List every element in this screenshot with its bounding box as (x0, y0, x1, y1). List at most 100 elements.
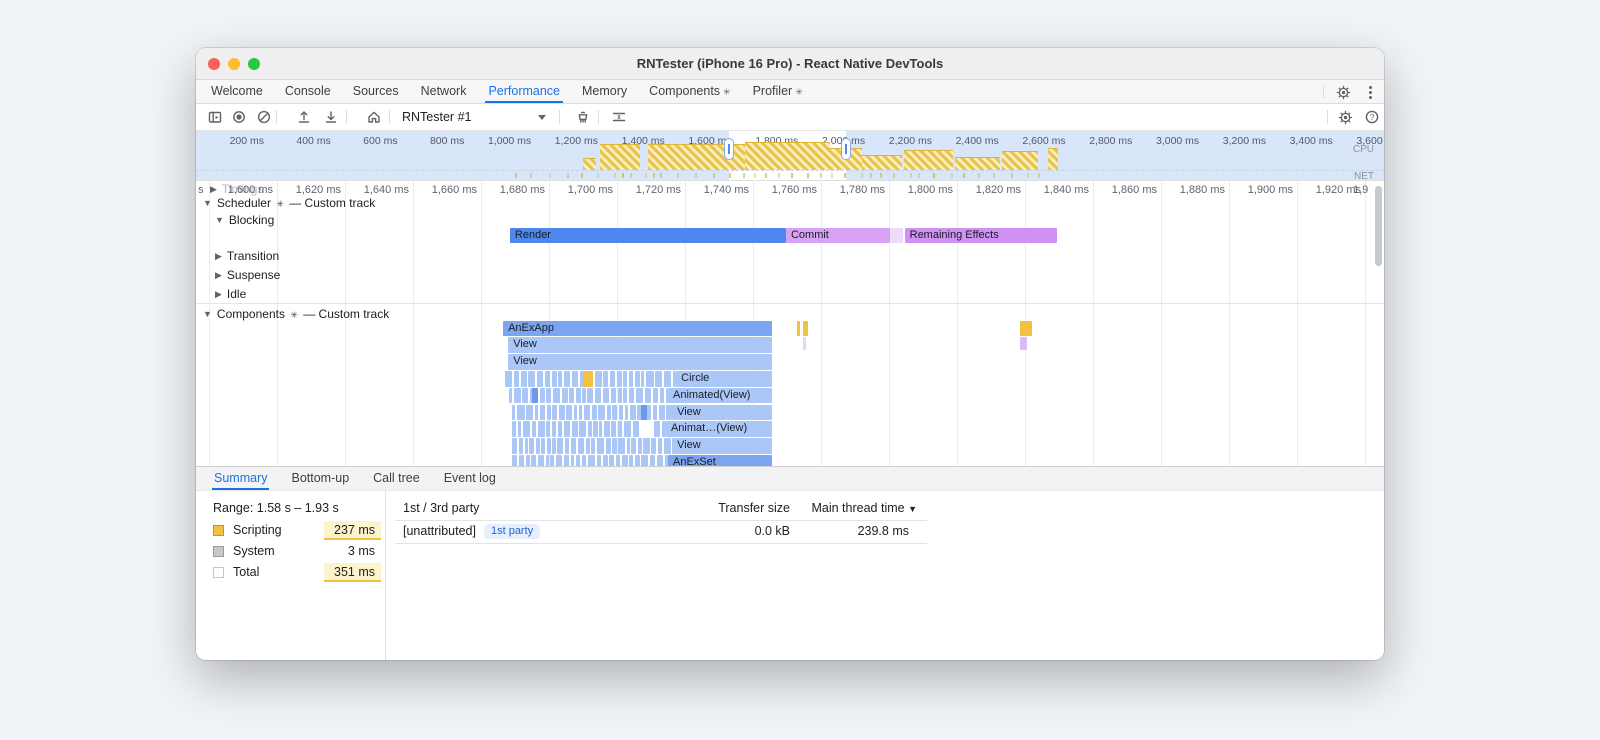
flame-sliver[interactable] (539, 404, 545, 421)
flame-event-view[interactable]: View (672, 438, 773, 454)
flame-sliver[interactable] (545, 370, 550, 387)
flame-sliver[interactable] (557, 421, 563, 438)
flame-sliver[interactable] (513, 370, 520, 387)
flame-sliver[interactable] (521, 370, 527, 387)
flame-sliver[interactable] (529, 438, 534, 454)
flame-sliver[interactable] (612, 438, 617, 454)
flame-sliver[interactable] (652, 387, 659, 404)
flame-sliver[interactable] (596, 438, 605, 454)
flame-event-circle[interactable]: Circle (676, 370, 773, 387)
capture-settings-icon[interactable] (608, 107, 630, 127)
flame-sliver[interactable] (557, 438, 563, 454)
flame-sliver[interactable] (531, 421, 536, 438)
flame-event-view[interactable]: View (508, 354, 773, 370)
flame-sliver[interactable] (609, 454, 615, 466)
flame-sliver[interactable] (582, 387, 586, 404)
flame-sliver[interactable] (654, 421, 661, 438)
flame-sliver[interactable] (558, 404, 565, 421)
flame-event-animat-view-[interactable]: Animat…(View) (665, 421, 773, 438)
flame-sliver[interactable] (556, 454, 563, 466)
flame-sliver[interactable] (621, 454, 628, 466)
expand-arrow-icon[interactable]: ▼ (215, 215, 224, 225)
flame-sliver[interactable] (650, 454, 655, 466)
flame-sliver[interactable] (655, 370, 662, 387)
flame-event-small[interactable] (802, 337, 807, 351)
flame-sliver[interactable] (599, 421, 603, 438)
track-scheduler-transition[interactable]: ▶ Transition (215, 249, 279, 263)
collapsed-arrow-icon[interactable]: ▶ (215, 270, 222, 280)
flame-sliver[interactable] (651, 438, 656, 454)
flame-sliver[interactable] (564, 421, 570, 438)
flame-sliver[interactable] (584, 404, 590, 421)
flame-sliver[interactable] (571, 421, 578, 438)
flame-sliver[interactable] (656, 454, 663, 466)
flame-chart[interactable]: ▶ Timings s 1,600 ms 1,620 ms 1,640 ms 1,660 … (196, 181, 1384, 466)
flame-sliver[interactable] (587, 454, 595, 466)
flame-sliver[interactable] (514, 387, 521, 404)
col-header-transfer-size[interactable]: Transfer size (690, 501, 790, 515)
flame-sliver[interactable] (605, 438, 611, 454)
flame-sliver[interactable] (629, 404, 636, 421)
flame-sliver[interactable] (586, 438, 590, 454)
collect-garbage-icon[interactable] (572, 107, 594, 127)
flame-event-animated-view-[interactable]: Animated(View) (668, 387, 773, 404)
table-row[interactable]: [unattributed] 1st party (403, 524, 541, 540)
flame-sliver[interactable] (618, 438, 625, 454)
flame-sliver-highlight[interactable] (640, 404, 647, 421)
flame-sliver[interactable] (623, 370, 628, 387)
settings-gear-icon[interactable] (1332, 82, 1354, 102)
flame-sliver[interactable] (629, 454, 634, 466)
flame-sliver[interactable] (618, 404, 624, 421)
flame-sliver[interactable] (535, 438, 540, 454)
flame-sliver[interactable] (551, 421, 557, 438)
flame-sliver[interactable] (569, 387, 575, 404)
flame-sliver[interactable] (523, 421, 531, 438)
flame-sliver[interactable] (531, 454, 537, 466)
flame-sliver[interactable] (511, 404, 516, 421)
drawer-tab-summary[interactable]: Summary (202, 467, 279, 490)
vertical-scrollbar[interactable] (1375, 186, 1382, 266)
flame-event-anexapp[interactable]: AnExApp (503, 320, 773, 337)
flame-event-anexset[interactable]: AnExSet (668, 454, 773, 466)
zoom-window-button[interactable] (248, 58, 260, 70)
record-icon[interactable] (228, 107, 250, 127)
tab-performance[interactable]: Performance (477, 80, 571, 103)
drawer-tab-call-tree[interactable]: Call tree (361, 467, 432, 490)
col-header-party[interactable]: 1st / 3rd party (403, 501, 479, 515)
flame-sliver[interactable] (558, 370, 563, 387)
flame-sliver[interactable] (552, 387, 560, 404)
flame-sliver[interactable] (617, 421, 623, 438)
track-scheduler[interactable]: ▼ Scheduler ✳ — Custom track (203, 196, 375, 210)
flame-sliver[interactable] (546, 438, 551, 454)
flame-sliver[interactable] (546, 421, 550, 438)
flame-sliver[interactable] (623, 421, 631, 438)
flame-sliver[interactable] (632, 421, 640, 438)
flame-sliver[interactable] (540, 387, 545, 404)
save-profile-icon[interactable] (320, 107, 342, 127)
load-profile-icon[interactable] (293, 107, 315, 127)
flame-sliver[interactable] (611, 421, 617, 438)
flame-sliver[interactable] (594, 370, 602, 387)
flame-sliver[interactable] (641, 454, 649, 466)
flame-sliver[interactable] (603, 370, 609, 387)
help-icon[interactable]: ? (1361, 107, 1383, 127)
flame-sliver[interactable] (552, 404, 558, 421)
target-select[interactable]: RNTester #1 (396, 107, 546, 127)
flame-event-remaining-effects[interactable]: Remaining Effects (904, 228, 1057, 243)
flame-sliver[interactable] (617, 387, 622, 404)
flame-sliver[interactable] (552, 438, 556, 454)
flame-sliver[interactable] (587, 421, 592, 438)
flame-sliver[interactable] (595, 387, 602, 404)
col-header-main-thread-time[interactable]: Main thread time ▼ (807, 501, 917, 515)
flame-sliver[interactable] (526, 404, 533, 421)
flame-sliver[interactable] (624, 404, 628, 421)
flame-event-render[interactable]: Render (509, 228, 786, 243)
flame-sliver[interactable] (551, 370, 557, 387)
flame-sliver[interactable] (524, 438, 528, 454)
flame-event-small[interactable] (802, 320, 809, 337)
flame-sliver[interactable] (546, 404, 551, 421)
flame-sliver[interactable] (596, 454, 602, 466)
flame-sliver[interactable] (537, 421, 545, 438)
flame-sliver[interactable] (566, 404, 573, 421)
flame-sliver[interactable] (638, 438, 642, 454)
